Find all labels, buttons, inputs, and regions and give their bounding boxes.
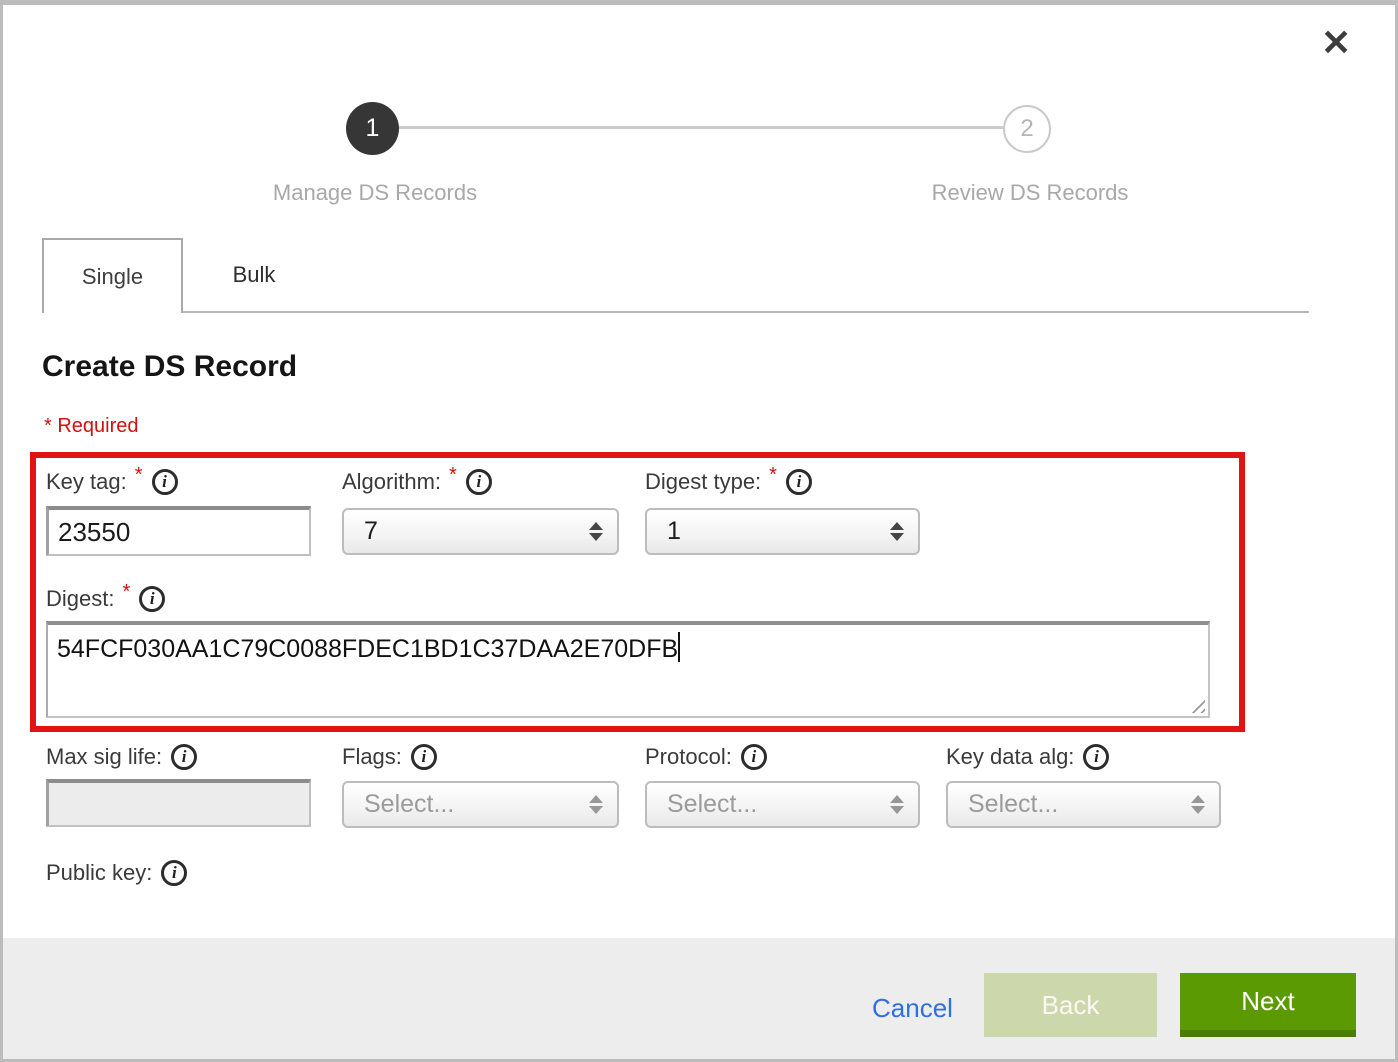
digest-type-select-value: 1 <box>667 517 890 546</box>
key-data-alg-label: Key data alg: i <box>946 742 1109 772</box>
protocol-label-text: Protocol: <box>645 744 732 770</box>
required-star: * <box>449 464 457 487</box>
digest-textarea[interactable]: 54FCF030AA1C79C0088FDEC1BD1C37DAA2E70DFB <box>46 621 1210 718</box>
digest-label: Digest: * i <box>46 584 165 614</box>
key-data-alg-info-icon[interactable]: i <box>1083 744 1109 770</box>
spinner-arrows-icon <box>589 522 603 541</box>
digest-value: 54FCF030AA1C79C0088FDEC1BD1C37DAA2E70DFB <box>57 635 678 663</box>
key-data-alg-label-text: Key data alg: <box>946 744 1074 770</box>
algorithm-info-icon[interactable]: i <box>466 469 492 495</box>
flags-select[interactable]: Select... <box>342 781 619 828</box>
max-sig-life-label: Max sig life: i <box>46 742 197 772</box>
spinner-arrows-icon <box>1191 795 1205 814</box>
protocol-info-icon[interactable]: i <box>741 744 767 770</box>
algorithm-label: Algorithm: * i <box>342 467 492 497</box>
digest-type-label-text: Digest type: <box>645 469 761 495</box>
cancel-button[interactable]: Cancel <box>872 993 953 1024</box>
required-star: * <box>122 581 130 604</box>
flags-label: Flags: i <box>342 742 437 772</box>
algorithm-select-value: 7 <box>364 517 589 546</box>
flags-select-value: Select... <box>364 790 589 819</box>
page-title: Create DS Record <box>42 350 297 384</box>
tab-single[interactable]: Single <box>42 238 183 313</box>
required-note: * Required <box>44 415 139 438</box>
close-icon[interactable]: ✕ <box>1321 25 1351 61</box>
flags-label-text: Flags: <box>342 744 402 770</box>
stepper-step-2-circle: 2 <box>1003 105 1051 153</box>
required-star: * <box>769 464 777 487</box>
key-tag-input[interactable] <box>46 506 311 556</box>
stepper-step-2-label: Review DS Records <box>827 180 1233 206</box>
required-star: * <box>135 464 143 487</box>
algorithm-label-text: Algorithm: <box>342 469 441 495</box>
digest-info-icon[interactable]: i <box>139 586 165 612</box>
algorithm-select[interactable]: 7 <box>342 508 619 555</box>
protocol-label: Protocol: i <box>645 742 767 772</box>
digest-type-label: Digest type: * i <box>645 467 812 497</box>
max-sig-life-input[interactable] <box>46 779 311 827</box>
protocol-select[interactable]: Select... <box>645 781 920 828</box>
key-tag-label-text: Key tag: <box>46 469 127 495</box>
spinner-arrows-icon <box>890 795 904 814</box>
max-sig-life-info-icon[interactable]: i <box>171 744 197 770</box>
digest-label-text: Digest: <box>46 586 114 612</box>
flags-info-icon[interactable]: i <box>411 744 437 770</box>
key-tag-label: Key tag: * i <box>46 467 178 497</box>
stepper-connector <box>399 126 1003 129</box>
stepper-step-1-circle: 1 <box>346 102 399 155</box>
spinner-arrows-icon <box>890 522 904 541</box>
public-key-info-icon[interactable]: i <box>161 860 187 886</box>
spinner-arrows-icon <box>589 795 603 814</box>
tab-bar-divider <box>42 311 1309 313</box>
public-key-label: Public key: i <box>46 858 187 888</box>
next-button[interactable]: Next <box>1180 973 1356 1037</box>
key-data-alg-select[interactable]: Select... <box>946 781 1221 828</box>
digest-type-select[interactable]: 1 <box>645 508 920 555</box>
protocol-select-value: Select... <box>667 790 890 819</box>
digest-type-info-icon[interactable]: i <box>786 469 812 495</box>
resize-handle[interactable] <box>1187 695 1205 713</box>
public-key-label-text: Public key: <box>46 860 152 886</box>
text-cursor <box>678 632 680 662</box>
max-sig-life-label-text: Max sig life: <box>46 744 162 770</box>
key-tag-info-icon[interactable]: i <box>152 469 178 495</box>
tab-bulk[interactable]: Bulk <box>183 238 325 311</box>
key-data-alg-select-value: Select... <box>968 790 1191 819</box>
stepper-step-1-label: Manage DS Records <box>172 180 578 206</box>
create-ds-record-modal: ✕ 1 2 Manage DS Records Review DS Record… <box>0 0 1398 1062</box>
back-button[interactable]: Back <box>984 973 1157 1037</box>
